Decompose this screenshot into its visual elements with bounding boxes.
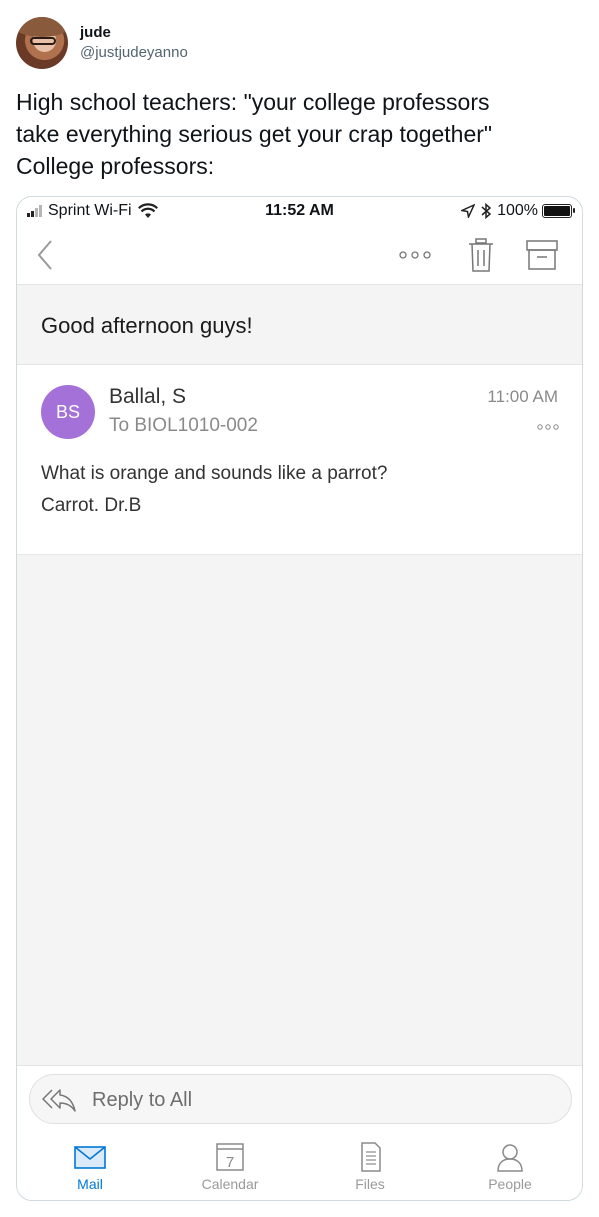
sender-avatar[interactable]: BS [41, 385, 95, 439]
bluetooth-icon [481, 203, 492, 219]
archive-icon[interactable] [525, 237, 559, 273]
tab-label: Files [355, 1176, 385, 1192]
user-handle[interactable]: @justjudeyanno [80, 43, 188, 63]
tweet-text-line: College professors: [16, 153, 215, 179]
tweet-text-line: take everything serious get your crap to… [16, 121, 493, 147]
display-name[interactable]: jude [80, 23, 188, 43]
message-time: 11:00 AM [487, 387, 558, 406]
files-icon [361, 1142, 381, 1172]
mail-icon [74, 1146, 106, 1169]
message-body-line: Carrot. Dr.B [41, 495, 142, 516]
bottom-area: Reply to All Mail 7 Calendar Files Peopl… [17, 1065, 582, 1200]
tab-label: Mail [77, 1176, 103, 1192]
user-avatar[interactable] [16, 17, 68, 69]
battery-percent: 100% [497, 202, 538, 219]
reply-all-button[interactable]: Reply to All [29, 1074, 572, 1124]
tweet-text: High school teachers: "your college prof… [16, 86, 576, 182]
tab-mail[interactable]: Mail [50, 1142, 130, 1196]
message-body-line: What is orange and sounds like a parrot? [41, 463, 388, 484]
email-screenshot[interactable]: Sprint Wi-Fi 11:52 AM 100% Good afternoo… [16, 196, 583, 1201]
tab-label: People [488, 1176, 532, 1192]
reply-all-label: Reply to All [92, 1089, 193, 1111]
trash-icon[interactable] [467, 235, 495, 275]
message-more-icon[interactable] [536, 421, 560, 433]
tab-files[interactable]: Files [330, 1142, 410, 1196]
recipient-line: To BIOL1010-002 [109, 415, 258, 436]
battery-icon [542, 204, 575, 218]
calendar-day: 7 [226, 1154, 234, 1171]
back-button[interactable] [31, 235, 61, 275]
reply-all-icon [42, 1089, 76, 1112]
more-options-icon[interactable] [397, 243, 433, 267]
people-icon [497, 1144, 523, 1172]
tweet-header: jude @justjudeyanno [16, 16, 188, 70]
status-bar: Sprint Wi-Fi 11:52 AM 100% [17, 197, 582, 227]
tweet-text-line: High school teachers: "your college prof… [16, 89, 490, 115]
tab-calendar[interactable]: 7 Calendar [190, 1142, 270, 1196]
subject-bar: Good afternoon guys! [17, 285, 582, 365]
tab-label: Calendar [201, 1176, 259, 1192]
email-message: BS Ballal, S To BIOL1010-002 11:00 AM Wh… [17, 365, 582, 555]
nav-bar [17, 227, 582, 285]
calendar-icon: 7 [216, 1143, 244, 1171]
email-subject: Good afternoon guys! [41, 313, 253, 338]
tab-people[interactable]: People [470, 1142, 550, 1196]
user-info: jude @justjudeyanno [80, 23, 188, 63]
location-icon [461, 204, 476, 218]
sender-name[interactable]: Ballal, S [109, 385, 186, 409]
